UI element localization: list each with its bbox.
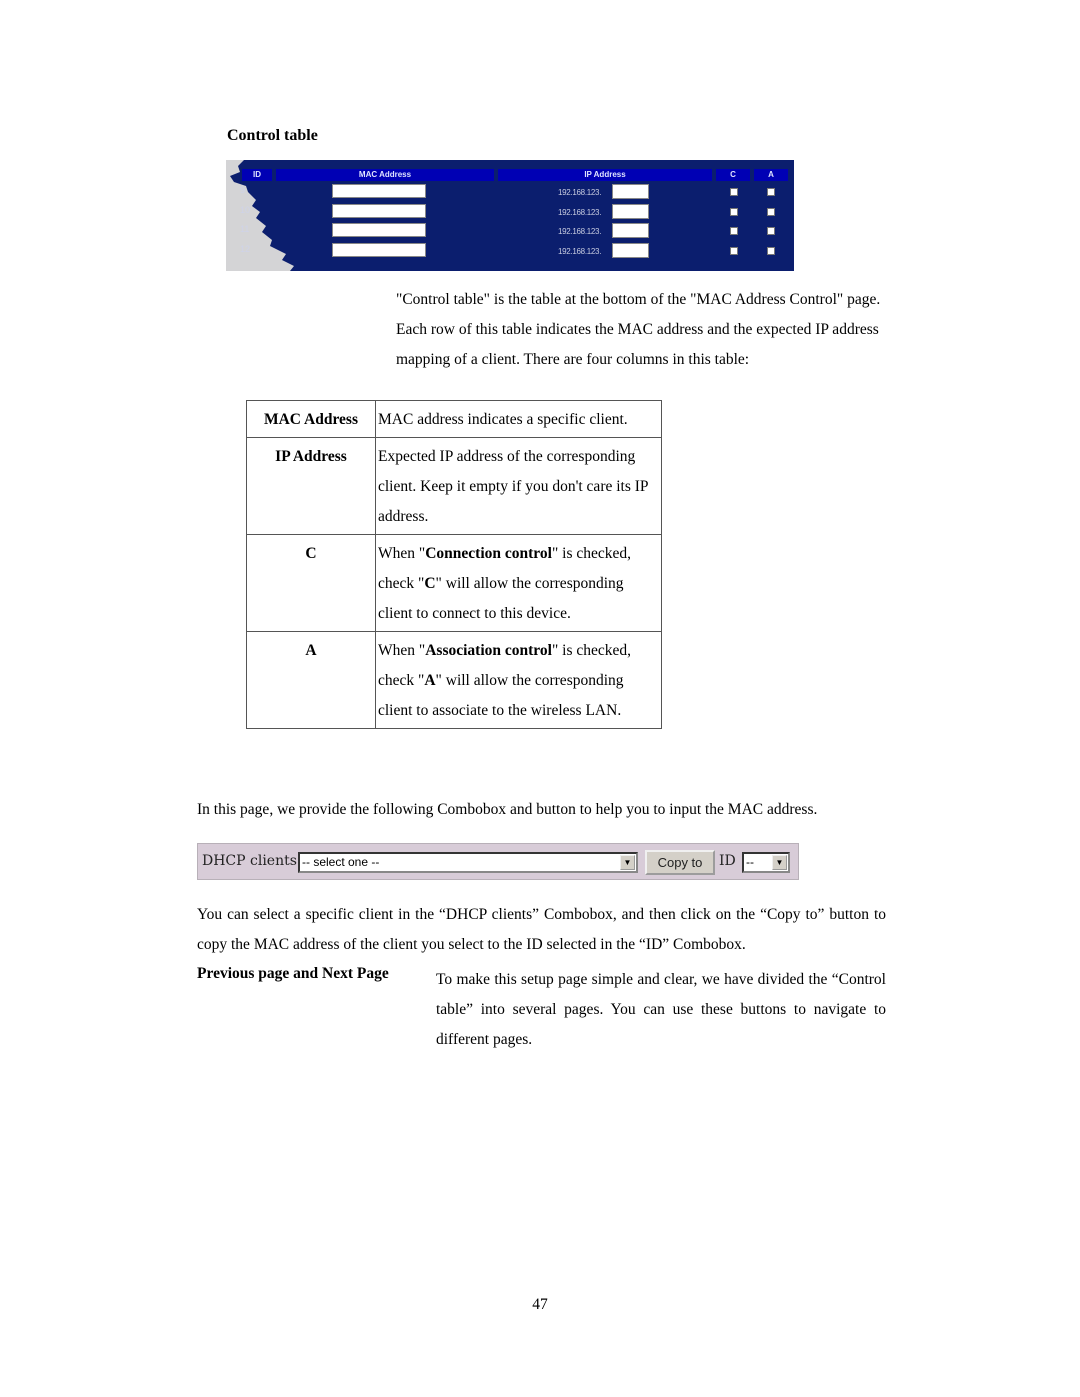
c-checkbox[interactable]: [730, 247, 738, 255]
bold-term: Association control: [425, 642, 552, 659]
header-id: ID: [242, 169, 272, 181]
id-select[interactable]: -- ▼: [742, 852, 790, 873]
control-table-screenshot: ID MAC Address IP Address C A 9 192.168.…: [226, 160, 794, 271]
header-ip-address: IP Address: [498, 169, 712, 181]
dhcp-clients-select[interactable]: -- select one -- ▼: [298, 852, 638, 873]
mac-address-input[interactable]: [332, 184, 426, 198]
intro-paragraph: "Control table" is the table at the bott…: [396, 291, 881, 368]
row-id: 10: [240, 205, 251, 215]
c-checkbox[interactable]: [730, 188, 738, 196]
section-heading: Control table: [227, 127, 318, 144]
term-cell: C: [246, 534, 376, 632]
mac-address-input[interactable]: [332, 223, 426, 237]
ip-suffix-input[interactable]: [612, 243, 649, 258]
header-a: A: [754, 169, 788, 181]
table-row: MAC Address MAC address indicates a spec…: [246, 400, 662, 438]
text: When ": [378, 642, 426, 659]
dhcp-select-value: -- select one --: [302, 855, 380, 869]
mac-address-input[interactable]: [332, 204, 426, 218]
header-mac-address: MAC Address: [276, 169, 494, 181]
term-cell: MAC Address: [246, 400, 376, 438]
row-id: 11: [240, 224, 250, 234]
columns-description-table: MAC Address MAC address indicates a spec…: [246, 400, 662, 729]
dhcp-toolbar-screenshot: DHCP clients -- select one -- ▼ Copy to …: [197, 843, 799, 880]
description-cell: When "Association control" is checked, c…: [375, 631, 662, 729]
chevron-down-icon[interactable]: ▼: [772, 855, 787, 870]
ip-prefix: 192.168.123.: [558, 188, 602, 197]
bold-term: C: [424, 575, 436, 592]
copy-to-button[interactable]: Copy to: [645, 850, 715, 875]
term-cell: IP Address: [246, 437, 376, 535]
header-c: C: [716, 169, 750, 181]
ip-prefix: 192.168.123.: [558, 247, 602, 256]
ip-suffix-input[interactable]: [612, 204, 649, 219]
description-cell: Expected IP address of the corresponding…: [375, 437, 662, 535]
term-cell: A: [246, 631, 376, 729]
ip-suffix-input[interactable]: [612, 223, 649, 238]
dhcp-clients-label: DHCP clients: [202, 853, 297, 869]
combobox-paragraph: In this page, we provide the following C…: [197, 801, 818, 818]
ip-suffix-input[interactable]: [612, 184, 649, 199]
page-number: 47: [532, 1296, 548, 1313]
a-checkbox[interactable]: [767, 208, 775, 216]
a-checkbox[interactable]: [767, 188, 775, 196]
ip-prefix: 192.168.123.: [558, 208, 602, 217]
description-cell: MAC address indicates a specific client.: [375, 400, 662, 438]
ip-prefix: 192.168.123.: [558, 227, 602, 236]
row-id: 9: [240, 185, 246, 195]
table-row: C When "Connection control" is checked, …: [246, 534, 662, 632]
bold-term: Connection control: [425, 545, 552, 562]
chevron-down-icon[interactable]: ▼: [620, 855, 635, 870]
text: When ": [378, 545, 426, 562]
table-row: A When "Association control" is checked,…: [246, 631, 662, 729]
id-select-value: --: [746, 855, 754, 869]
copy-paragraph: You can select a specific client in the …: [197, 906, 886, 953]
c-checkbox[interactable]: [730, 208, 738, 216]
prev-next-term: Previous page and Next Page: [197, 965, 389, 982]
mac-address-input[interactable]: [332, 243, 426, 257]
a-checkbox[interactable]: [767, 227, 775, 235]
row-id: 12: [240, 244, 251, 254]
id-label: ID: [719, 853, 736, 869]
a-checkbox[interactable]: [767, 247, 775, 255]
description-cell: When "Connection control" is checked, ch…: [375, 534, 662, 632]
bold-term: A: [424, 672, 436, 689]
prev-next-description: To make this setup page simple and clear…: [436, 971, 886, 1048]
table-row: IP Address Expected IP address of the co…: [246, 437, 662, 535]
c-checkbox[interactable]: [730, 227, 738, 235]
